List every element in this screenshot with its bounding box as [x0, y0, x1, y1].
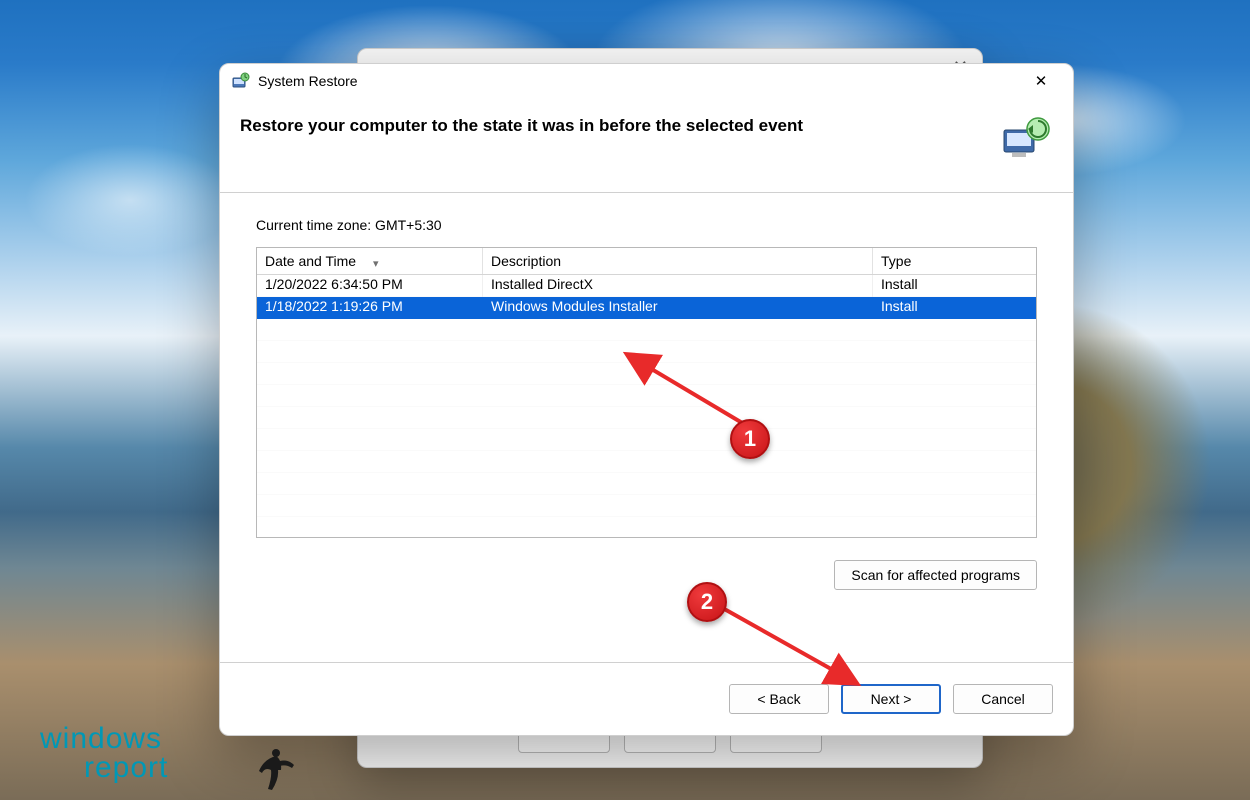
watermark-line1: windows — [40, 725, 168, 754]
table-row[interactable]: 1/20/2022 6:34:50 PMInstalled DirectXIns… — [257, 275, 1036, 297]
titlebar[interactable]: System Restore ✕ — [220, 64, 1073, 98]
restore-points-list[interactable]: Date and Time ▾ Description Type 1/20/20… — [256, 247, 1037, 538]
system-restore-large-icon — [1001, 116, 1053, 162]
cell: Windows Modules Installer — [483, 297, 873, 319]
cell: 1/20/2022 6:34:50 PM — [257, 275, 483, 297]
wizard-content: Current time zone: GMT+5:30 Date and Tim… — [220, 193, 1073, 636]
close-button[interactable]: ✕ — [1021, 67, 1061, 95]
scan-affected-programs-button[interactable]: Scan for affected programs — [834, 560, 1037, 590]
window-title: System Restore — [258, 73, 358, 89]
person-silhouette — [258, 746, 300, 794]
sort-descending-icon: ▾ — [373, 257, 379, 270]
cancel-button[interactable]: Cancel — [953, 684, 1053, 714]
cell: Installed DirectX — [483, 275, 873, 297]
cell: 1/18/2022 1:19:26 PM — [257, 297, 483, 319]
table-row[interactable]: 1/18/2022 1:19:26 PMWindows Modules Inst… — [257, 297, 1036, 319]
watermark: windows report — [40, 725, 168, 782]
scan-row: Scan for affected programs — [256, 560, 1037, 590]
column-header-date[interactable]: Date and Time ▾ — [257, 248, 483, 274]
wizard-header: Restore your computer to the state it wa… — [220, 98, 1073, 192]
system-restore-icon — [232, 72, 250, 90]
close-icon: ✕ — [1035, 74, 1048, 89]
next-button[interactable]: Next > — [841, 684, 941, 714]
system-restore-dialog: System Restore ✕ Restore your computer t… — [219, 63, 1074, 736]
timezone-label: Current time zone: GMT+5:30 — [256, 217, 1037, 233]
watermark-line2: report — [40, 754, 168, 783]
list-header[interactable]: Date and Time ▾ Description Type — [257, 248, 1036, 275]
cell: Install — [873, 275, 1033, 297]
column-header-description[interactable]: Description — [483, 248, 873, 274]
list-body[interactable]: 1/20/2022 6:34:50 PMInstalled DirectXIns… — [257, 275, 1036, 537]
wizard-buttons: < Back Next > Cancel — [220, 663, 1073, 735]
column-header-type[interactable]: Type — [873, 248, 1033, 274]
column-label: Date and Time — [265, 253, 356, 269]
back-button[interactable]: < Back — [729, 684, 829, 714]
page-heading: Restore your computer to the state it wa… — [240, 116, 989, 136]
cell: Install — [873, 297, 1033, 319]
